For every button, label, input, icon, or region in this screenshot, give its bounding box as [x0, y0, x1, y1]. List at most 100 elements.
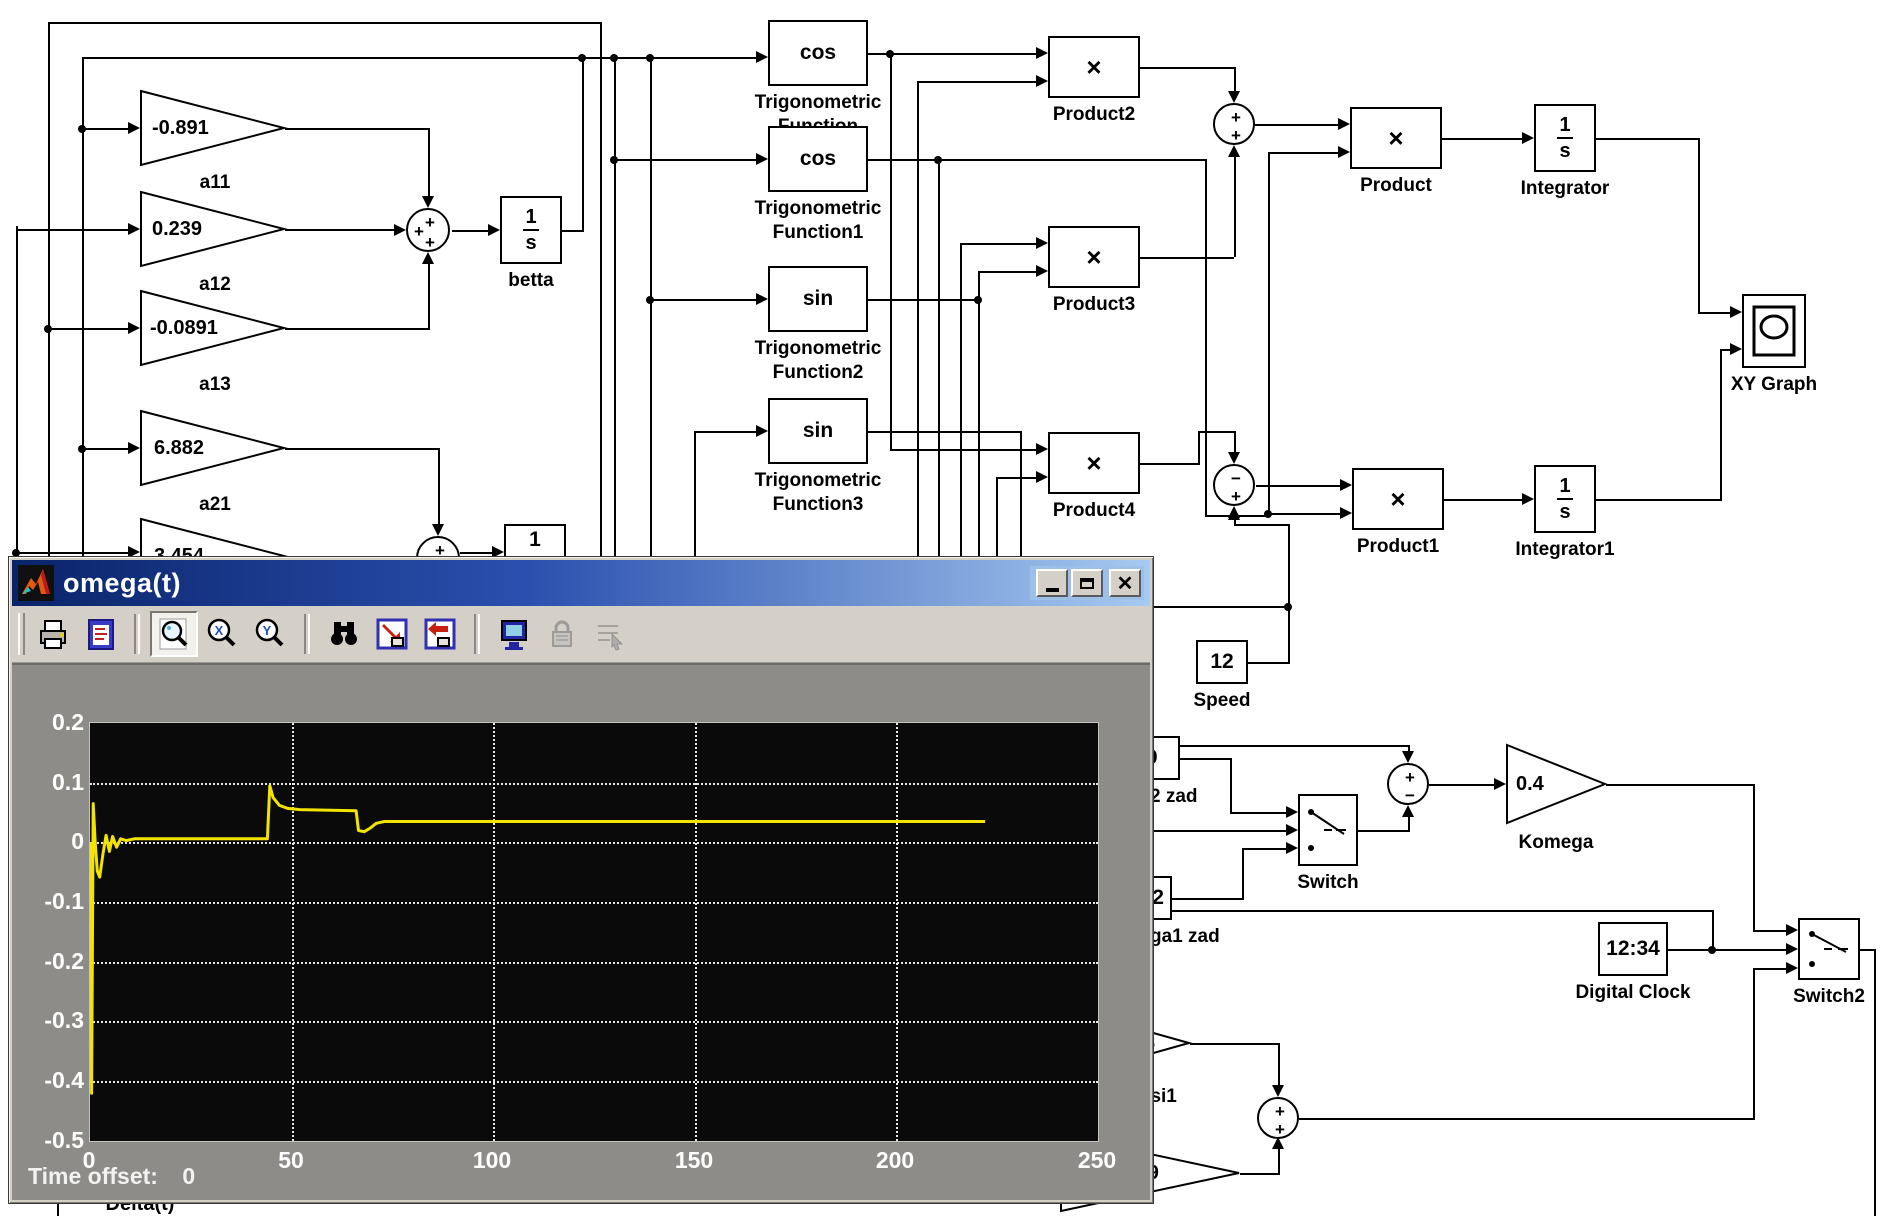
zoom-icon[interactable]	[150, 611, 198, 657]
y-tick-label: 0	[34, 828, 84, 855]
toolbar-separator	[304, 614, 310, 654]
sum-block[interactable]: + + +	[406, 208, 450, 252]
wire-junction	[1284, 603, 1292, 611]
wire	[868, 431, 1020, 433]
product1-block[interactable]: ×	[1352, 468, 1444, 530]
trig-glyph: cos	[800, 41, 836, 65]
block-label: Function3	[728, 494, 908, 516]
block-label-product4: Product4	[1044, 500, 1144, 522]
wire-junction	[646, 54, 654, 62]
trig-function1-cos[interactable]: cos	[768, 126, 868, 192]
gain-komega[interactable]: 0.4	[1506, 744, 1606, 824]
gain-value: -0.0891	[150, 317, 218, 340]
sum-block[interactable]: − +	[1213, 464, 1255, 506]
product-block[interactable]: ×	[1350, 107, 1442, 169]
wire	[1596, 138, 1700, 140]
floating-scope-icon[interactable]	[490, 611, 538, 657]
arrowhead	[756, 425, 768, 437]
arrowhead	[1228, 508, 1240, 520]
sum-sign: +	[1275, 1103, 1285, 1120]
arrowhead	[432, 524, 444, 536]
wire	[1020, 431, 1022, 556]
gain-a21[interactable]: 6.882	[140, 410, 285, 486]
minimize-button[interactable]	[1036, 569, 1068, 597]
arrowhead	[1036, 443, 1048, 455]
scope-window[interactable]: omega(t) ✕ X Y	[8, 556, 1154, 1204]
arrowhead	[488, 224, 500, 236]
sum-block[interactable]: + −	[1387, 763, 1429, 805]
block-label: Function1	[728, 222, 908, 244]
find-binoculars-icon[interactable]	[320, 611, 368, 657]
wire	[285, 328, 430, 330]
block-label-integrator: Integrator	[1510, 178, 1620, 200]
arrowhead	[1036, 47, 1048, 59]
arrowhead	[1730, 306, 1742, 318]
wire	[285, 229, 395, 231]
integrator-betta[interactable]: 1s	[500, 196, 562, 264]
integrator1-block[interactable]: 1s	[1534, 465, 1596, 533]
arrowhead	[1286, 842, 1298, 854]
wire	[1140, 67, 1234, 69]
wire	[1278, 1149, 1280, 1173]
block-label-2zad: 2 zad	[1150, 786, 1220, 808]
digital-clock-block[interactable]: 12:34	[1598, 922, 1668, 976]
sum-sign: +	[425, 234, 435, 251]
gain-value: -0.891	[152, 117, 209, 140]
zoom-x-axis-icon[interactable]: X	[198, 611, 246, 657]
wire-junction	[78, 125, 86, 133]
wire	[1606, 784, 1755, 786]
scope-titlebar[interactable]: omega(t) ✕	[12, 560, 1150, 606]
x-tick-label: 100	[452, 1147, 532, 1174]
parameters-icon[interactable]	[76, 611, 124, 657]
wire	[428, 262, 430, 328]
print-icon[interactable]	[28, 611, 76, 657]
wire	[1712, 910, 1714, 949]
switch-block[interactable]	[1298, 794, 1358, 866]
product4-block[interactable]: ×	[1048, 432, 1140, 494]
product3-block[interactable]: ×	[1048, 226, 1140, 288]
block-label-betta: betta	[486, 270, 576, 292]
wire	[1234, 524, 1290, 526]
wire	[978, 271, 980, 556]
scope-axes[interactable]	[89, 722, 1099, 1142]
gain-a11[interactable]: -0.891	[140, 90, 285, 166]
wire-junction	[646, 296, 654, 304]
gain-a13[interactable]: -0.0891	[140, 290, 285, 366]
trig-glyph: sin	[803, 287, 833, 311]
integrator-block[interactable]: 1s	[1534, 104, 1596, 172]
trig-glyph: sin	[803, 419, 833, 443]
zoom-y-axis-icon[interactable]: Y	[246, 611, 294, 657]
block-label: Trigonometric	[728, 338, 908, 360]
switch2-block[interactable]	[1798, 918, 1860, 980]
maximize-button[interactable]	[1071, 569, 1103, 597]
y-tick-label: -0.1	[34, 888, 84, 915]
trig-function-cos[interactable]: cos	[768, 20, 868, 86]
arrowhead	[128, 223, 140, 235]
trig-glyph: cos	[800, 147, 836, 171]
sum-block[interactable]: + +	[1213, 103, 1255, 145]
lock-axes-icon[interactable]	[538, 611, 586, 657]
wire	[1154, 830, 1288, 832]
trig-function3-sin[interactable]: sin	[768, 398, 868, 464]
wire	[917, 81, 1036, 83]
sum-sign: +	[1231, 127, 1241, 144]
xy-graph-block[interactable]	[1742, 294, 1806, 368]
wire	[1268, 152, 1270, 515]
product2-block[interactable]: ×	[1048, 36, 1140, 98]
block-label-xy-graph: XY Graph	[1724, 374, 1824, 396]
wire	[1242, 848, 1288, 850]
wire	[1720, 349, 1722, 499]
close-button[interactable]: ✕	[1109, 569, 1141, 597]
save-axes-icon[interactable]	[368, 611, 416, 657]
constant-speed[interactable]: 12	[1196, 640, 1248, 684]
wire	[48, 22, 600, 24]
gain-a12[interactable]: 0.239	[140, 191, 285, 267]
arrowhead	[1786, 924, 1798, 936]
toolbar-grip[interactable]	[18, 613, 25, 655]
sum-block[interactable]: + +	[1257, 1097, 1299, 1139]
wire	[1668, 949, 1788, 951]
signal-selection-icon[interactable]	[586, 611, 634, 657]
arrowhead	[1036, 265, 1048, 277]
trig-function2-sin[interactable]: sin	[768, 266, 868, 332]
restore-axes-icon[interactable]	[416, 611, 464, 657]
